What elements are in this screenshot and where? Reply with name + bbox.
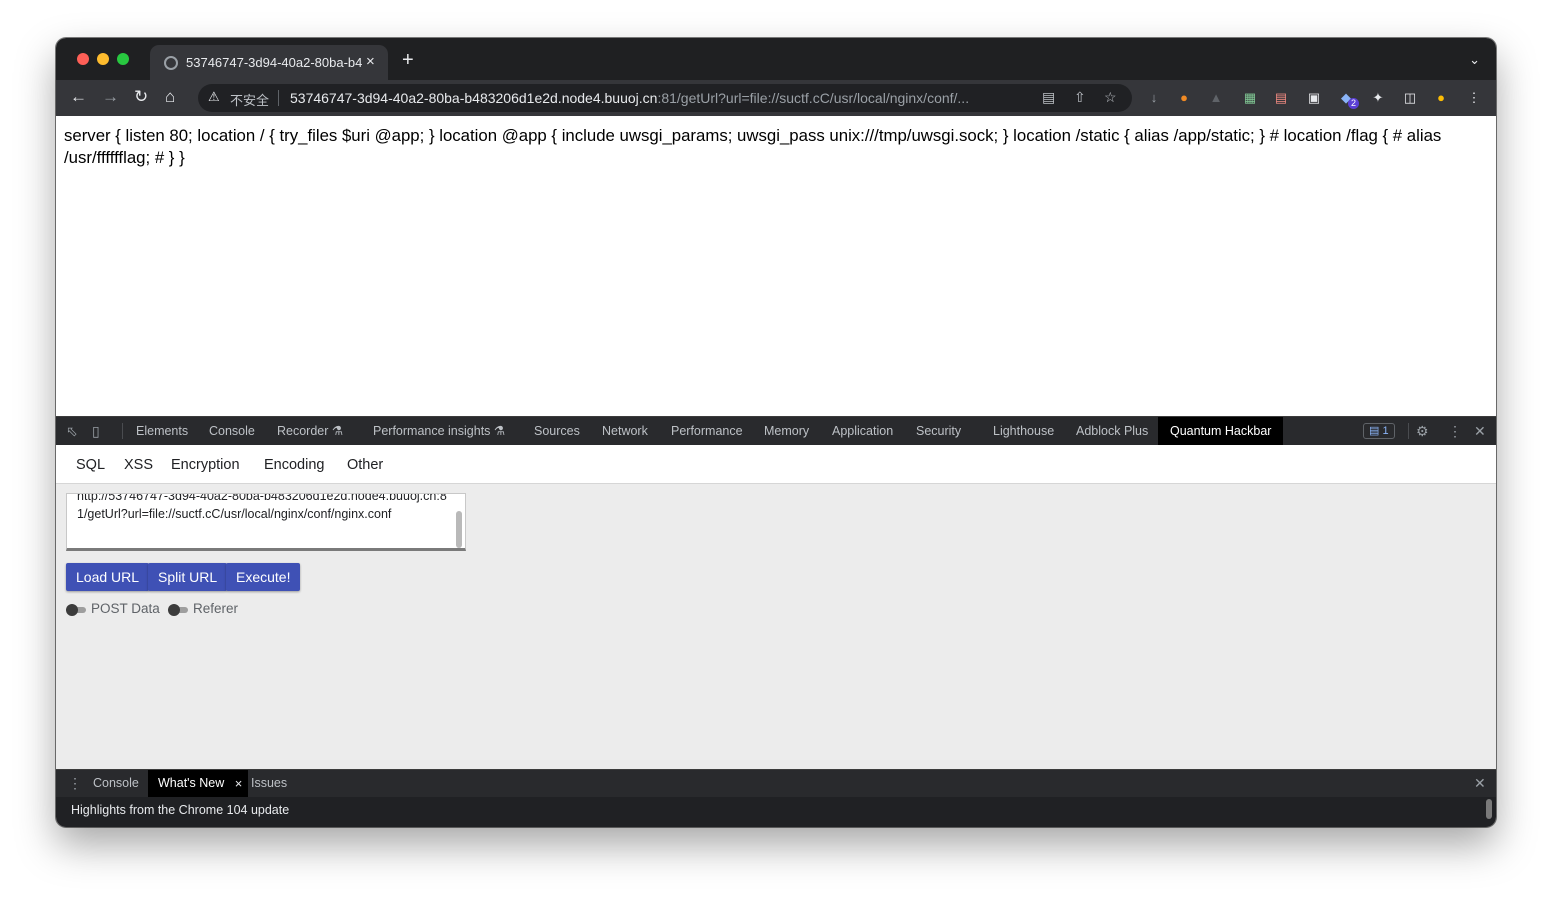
devtools-divider (122, 423, 123, 439)
execute-button[interactable]: Execute! (226, 563, 301, 591)
translate-icon[interactable]: ▤ (1042, 89, 1055, 106)
close-devtools-icon[interactable]: ✕ (1474, 423, 1486, 440)
tab-close-icon[interactable]: × (366, 53, 375, 70)
forward-icon[interactable]: → (102, 88, 119, 106)
share-icon[interactable]: ⇧ (1074, 89, 1086, 106)
url-text[interactable]: 53746747-3d94-40a2-80ba-b483206d1e2d.nod… (290, 90, 1038, 106)
profile-avatar-icon[interactable]: ● (1433, 90, 1449, 106)
close-drawer-icon[interactable]: ✕ (1474, 775, 1486, 792)
omnibox-divider (278, 90, 279, 106)
extension-bookmark-icon[interactable]: ▤ (1273, 90, 1289, 106)
post-data-label[interactable]: POST Data (91, 601, 160, 616)
tab-network[interactable]: Network (602, 417, 648, 445)
referer-label[interactable]: Referer (193, 601, 238, 616)
extension-badge: 2 (1348, 98, 1360, 109)
extensions-puzzle-icon[interactable]: ✦ (1370, 90, 1386, 106)
tab-lighthouse[interactable]: Lighthouse (993, 417, 1054, 445)
page-content: server { listen 80; location / { try_fil… (56, 116, 1496, 416)
home-icon[interactable]: ⌂ (165, 88, 175, 106)
load-url-button[interactable]: Load URL (66, 563, 150, 591)
tab-console[interactable]: Console (209, 417, 255, 445)
side-panel-icon[interactable]: ◫ (1402, 90, 1418, 106)
devtools-drawer-bar: ⋮ Console What's New × Issues ✕ (56, 769, 1496, 797)
url-textarea-value[interactable]: http://53746747-3d94-40a2-80ba-b483206d1… (77, 494, 452, 523)
menu-encryption[interactable]: Encryption (171, 457, 240, 473)
drawer-scrollbar[interactable] (1486, 799, 1492, 819)
issues-count: 1 (1382, 425, 1389, 437)
drawer-tab-console[interactable]: Console (93, 770, 139, 797)
url-textarea[interactable]: http://53746747-3d94-40a2-80ba-b483206d1… (66, 493, 466, 551)
warning-icon[interactable]: ⚠ (208, 89, 220, 105)
tab-sources[interactable]: Sources (534, 417, 580, 445)
url-path: :81/getUrl?url=file://suctf.cC/usr/local… (657, 90, 970, 106)
extension-hackbar-icon[interactable]: ◆ 2 (1338, 90, 1360, 109)
whats-new-panel: Highlights from the Chrome 104 update (56, 797, 1496, 827)
tab-performance-insights[interactable]: Performance insights ⚗ (373, 417, 505, 445)
hackbar-menu: SQL XSS Encryption Encoding Other (56, 445, 1496, 484)
referer-toggle[interactable] (168, 604, 188, 616)
extension-orange-icon[interactable]: ● (1176, 90, 1192, 106)
menu-other[interactable]: Other (347, 457, 383, 473)
more-options-icon[interactable]: ⋮ (1448, 423, 1462, 440)
menu-xss[interactable]: XSS (124, 457, 153, 473)
inspect-element-icon[interactable]: ⬁ (66, 423, 78, 440)
tab-adblock-plus[interactable]: Adblock Plus (1076, 417, 1148, 445)
drawer-tab-whats-new-label: What's New (158, 776, 225, 790)
toggle-knob (66, 604, 78, 616)
extension-hat-icon[interactable]: ▲ (1208, 90, 1224, 106)
url-host: 53746747-3d94-40a2-80ba-b483206d1e2d.nod… (290, 90, 658, 106)
back-icon[interactable]: ← (70, 88, 87, 106)
menu-sql[interactable]: SQL (76, 457, 105, 473)
extension-green-icon[interactable]: ▦ (1242, 90, 1258, 106)
tab-strip: 53746747-3d94-40a2-80ba-b483206d1e2d.nod… (56, 38, 1496, 80)
tab-recorder[interactable]: Recorder ⚗ (277, 417, 343, 445)
tab-elements[interactable]: Elements (136, 417, 188, 445)
bookmark-star-icon[interactable]: ☆ (1104, 89, 1117, 106)
download-icon[interactable]: ↓ (1146, 90, 1162, 106)
drawer-tab-issues[interactable]: Issues (251, 770, 287, 797)
extension-ip-icon[interactable]: ▣ (1306, 90, 1322, 106)
split-url-button[interactable]: Split URL (148, 563, 228, 591)
browser-toolbar: ← → ↻ ⌂ ⚠ 不安全 53746747-3d94-40a2-80ba-b4… (56, 80, 1496, 116)
drawer-menu-icon[interactable]: ⋮ (68, 775, 82, 792)
device-toolbar-icon[interactable]: ▯ (92, 423, 100, 440)
tab-memory[interactable]: Memory (764, 417, 809, 445)
post-data-toggle[interactable] (66, 604, 86, 616)
not-secure-label[interactable]: 不安全 (230, 90, 269, 109)
close-window-button[interactable] (77, 53, 89, 65)
browser-tab[interactable]: 53746747-3d94-40a2-80ba-b483206d1e2d.nod… (150, 45, 388, 80)
new-tab-button[interactable]: + (402, 50, 414, 70)
drawer-tab-whats-new[interactable]: What's New × (148, 770, 249, 797)
chevron-down-icon[interactable]: ⌄ (1469, 52, 1480, 68)
issues-badge[interactable]: ▤ 1 (1363, 423, 1395, 439)
devtools-divider (1408, 423, 1409, 439)
tab-title: 53746747-3d94-40a2-80ba-b483206d1e2d.nod… (186, 55, 362, 70)
tab-application[interactable]: Application (832, 417, 893, 445)
tab-security[interactable]: Security (916, 417, 961, 445)
close-tab-icon[interactable]: × (235, 770, 243, 797)
toggle-knob (168, 604, 180, 616)
hackbar-panel: http://53746747-3d94-40a2-80ba-b483206d1… (56, 484, 1496, 769)
settings-gear-icon[interactable]: ⚙ (1416, 423, 1429, 440)
address-bar[interactable]: ⚠ 不安全 53746747-3d94-40a2-80ba-b483206d1e… (198, 84, 1132, 112)
minimize-window-button[interactable] (97, 53, 109, 65)
devtools-tab-bar: ⬁ ▯ Elements Console Recorder ⚗ Performa… (56, 416, 1496, 445)
tab-performance[interactable]: Performance (671, 417, 743, 445)
nginx-config-text: server { listen 80; location / { try_fil… (64, 126, 1442, 167)
globe-icon (164, 56, 178, 70)
maximize-window-button[interactable] (117, 53, 129, 65)
menu-encoding[interactable]: Encoding (264, 457, 324, 473)
menu-dots-icon[interactable]: ⋮ (1466, 90, 1482, 106)
reload-icon[interactable]: ↻ (134, 88, 148, 106)
tab-quantum-hackbar[interactable]: Quantum Hackbar (1158, 417, 1284, 445)
textarea-scrollbar[interactable] (456, 511, 462, 548)
browser-window: 53746747-3d94-40a2-80ba-b483206d1e2d.nod… (56, 38, 1496, 827)
whats-new-headline: Highlights from the Chrome 104 update (71, 803, 290, 817)
